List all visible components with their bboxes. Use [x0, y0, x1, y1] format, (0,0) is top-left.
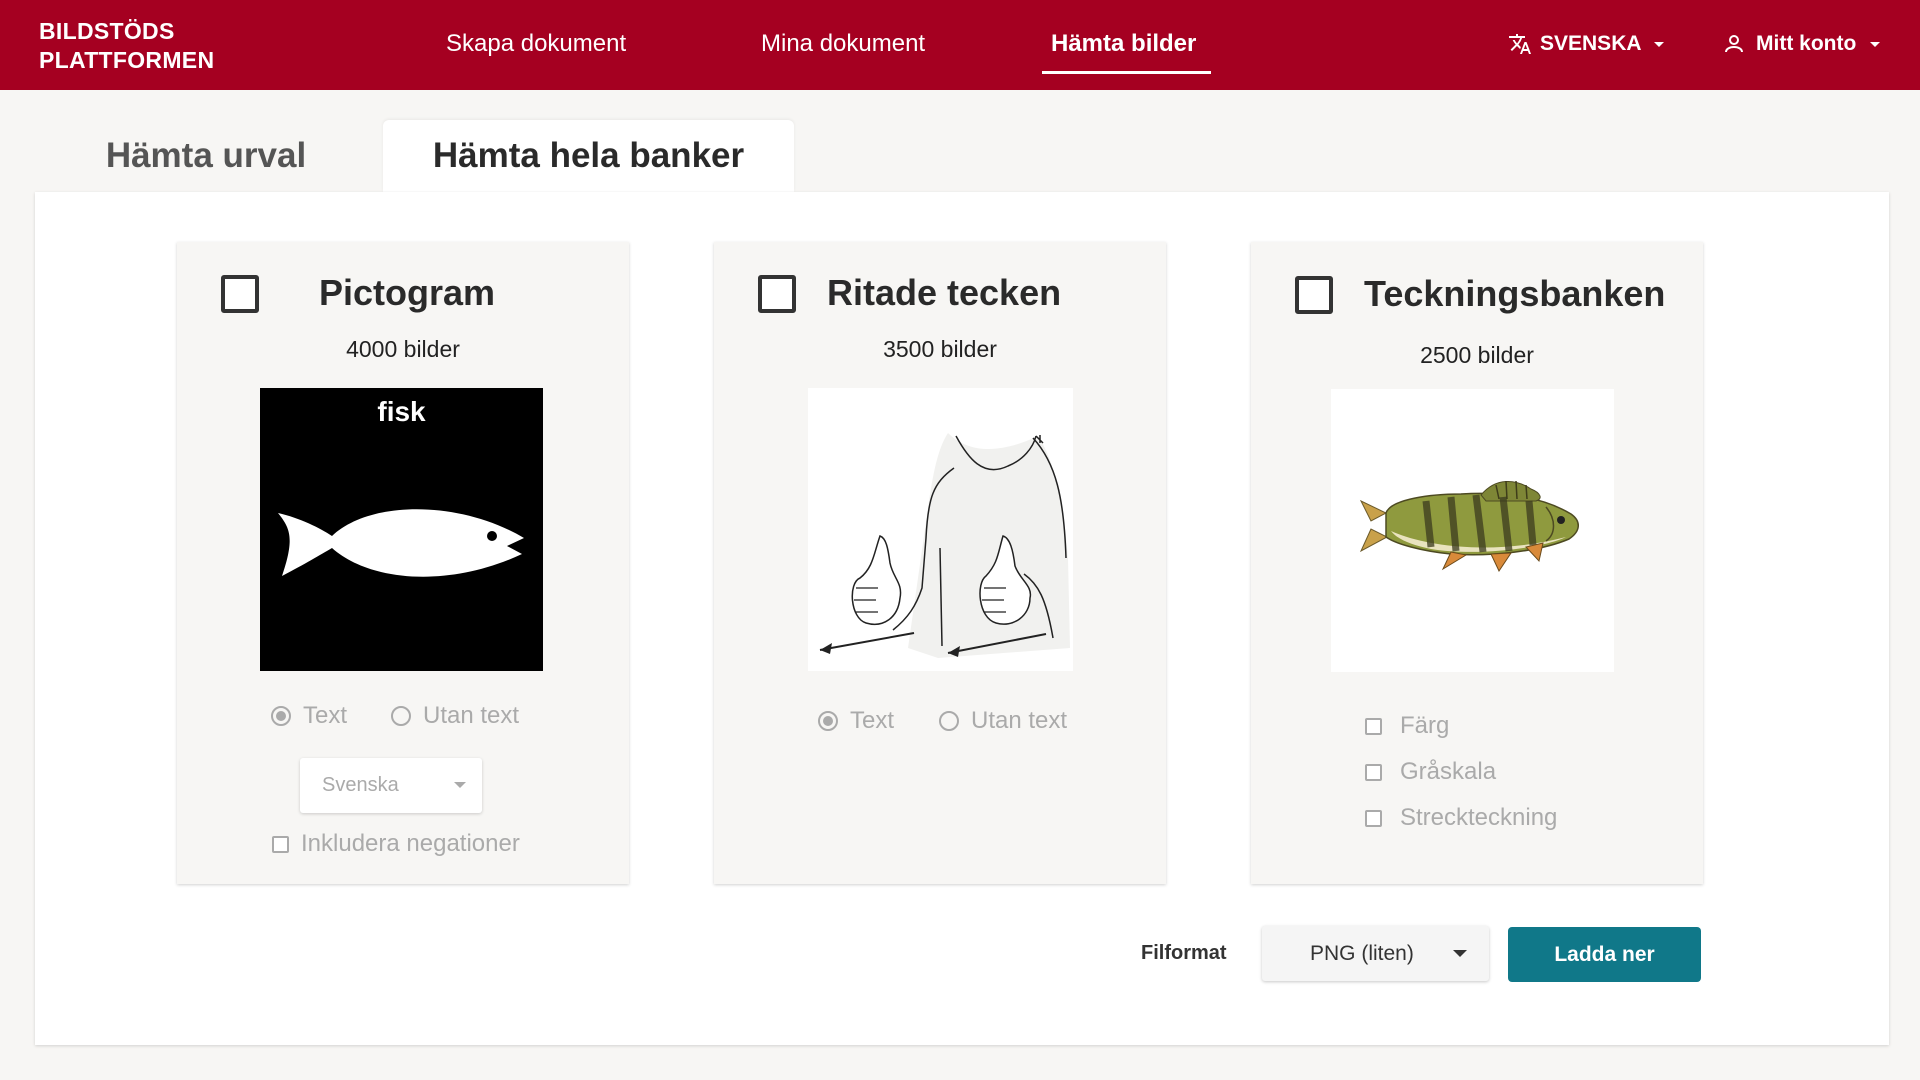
- checkbox: [1365, 809, 1382, 827]
- chevron-down-icon: [1653, 41, 1664, 47]
- include-negations-checkbox[interactable]: Inkludera negationer: [272, 830, 520, 858]
- checkbox-label: Streckteckning: [1400, 804, 1558, 831]
- radio-text[interactable]: Text: [271, 702, 347, 730]
- card-teckningsbanken: Teckningsbanken 2500 bilder Färg Gråskal…: [1251, 242, 1703, 884]
- radio-button: [391, 706, 411, 726]
- select-value: PNG (liten): [1310, 941, 1414, 965]
- pictogram-preview-image: fisk: [260, 388, 543, 671]
- card-title: Ritade tecken: [827, 272, 1062, 313]
- radio-label: Utan text: [423, 702, 520, 729]
- file-format-label: Filformat: [1141, 942, 1227, 964]
- chevron-down-icon: [1870, 41, 1881, 47]
- account-label: Mitt konto: [1756, 32, 1857, 55]
- card-count: 2500 bilder: [1420, 342, 1534, 368]
- checkbox-label: Gråskala: [1400, 758, 1497, 785]
- tab-hamta-hela-banker[interactable]: Hämta hela banker: [383, 120, 794, 192]
- card-pictogram: Pictogram 4000 bilder fisk Text Utan tex…: [177, 242, 629, 884]
- language-selector[interactable]: SVENSKA: [1508, 32, 1664, 56]
- ritade-tecken-checkbox[interactable]: [758, 275, 796, 313]
- card-title: Teckningsbanken: [1364, 273, 1666, 314]
- radio-button: [939, 711, 959, 731]
- fish-pictogram-icon: [278, 509, 524, 577]
- card-count: 4000 bilder: [346, 336, 460, 362]
- download-button[interactable]: Ladda ner: [1508, 927, 1701, 982]
- drawing-preview-image: [1331, 389, 1614, 672]
- file-format-select[interactable]: PNG (liten): [1262, 926, 1489, 981]
- radio-button-selected: [271, 706, 291, 726]
- tab-hamta-urval[interactable]: Hämta urval: [70, 120, 342, 192]
- logo-line-1: BILDSTÖDS: [39, 18, 175, 44]
- farg-checkbox[interactable]: Färg: [1365, 712, 1449, 740]
- nav-hamta-bilder[interactable]: Hämta bilder: [1051, 30, 1196, 58]
- graskala-checkbox[interactable]: Gråskala: [1365, 758, 1496, 786]
- radio-utan-text[interactable]: Utan text: [391, 702, 519, 730]
- pictogram-checkbox[interactable]: [221, 275, 259, 313]
- radio-text[interactable]: Text: [818, 707, 894, 735]
- card-count: 3500 bilder: [883, 336, 997, 362]
- checkbox: [272, 835, 289, 853]
- nav-active-indicator: [1042, 71, 1211, 74]
- chevron-down-icon: [1453, 950, 1467, 957]
- nav-mina-dokument[interactable]: Mina dokument: [761, 30, 925, 58]
- logo-line-2: PLATTFORMEN: [39, 47, 215, 73]
- perch-fish-drawing-icon: [1359, 480, 1579, 573]
- teckningsbanken-checkbox[interactable]: [1295, 276, 1333, 314]
- radio-utan-text[interactable]: Utan text: [939, 707, 1067, 735]
- card-title: Pictogram: [319, 272, 496, 313]
- chevron-down-icon: [454, 782, 466, 788]
- card-ritade-tecken: Ritade tecken 3500 bilder Text Utan text: [714, 242, 1166, 884]
- account-menu[interactable]: Mitt konto: [1722, 32, 1881, 56]
- checkbox-label: Inkludera negationer: [301, 830, 520, 857]
- user-icon: [1725, 35, 1743, 53]
- streckteckning-checkbox[interactable]: Streckteckning: [1365, 804, 1557, 832]
- nav-skapa-dokument[interactable]: Skapa dokument: [446, 30, 626, 58]
- radio-label: Utan text: [971, 707, 1068, 734]
- checkbox-label: Färg: [1400, 712, 1450, 739]
- translate-icon: [1509, 34, 1531, 54]
- checkbox: [1365, 717, 1382, 735]
- select-value: Svenska: [322, 774, 399, 796]
- radio-button-selected: [818, 711, 838, 731]
- radio-label: Text: [303, 702, 348, 729]
- logo[interactable]: BILDSTÖDS PLATTFORMEN: [39, 17, 214, 75]
- language-label: SVENSKA: [1540, 32, 1642, 55]
- top-header: BILDSTÖDS PLATTFORMEN Skapa dokument Min…: [0, 0, 1920, 90]
- sign-drawing-image: [808, 388, 1073, 671]
- sign-language-drawing-icon: [819, 433, 1070, 658]
- checkbox: [1365, 763, 1382, 781]
- radio-label: Text: [850, 707, 895, 734]
- pictogram-language-select[interactable]: Svenska: [300, 758, 482, 813]
